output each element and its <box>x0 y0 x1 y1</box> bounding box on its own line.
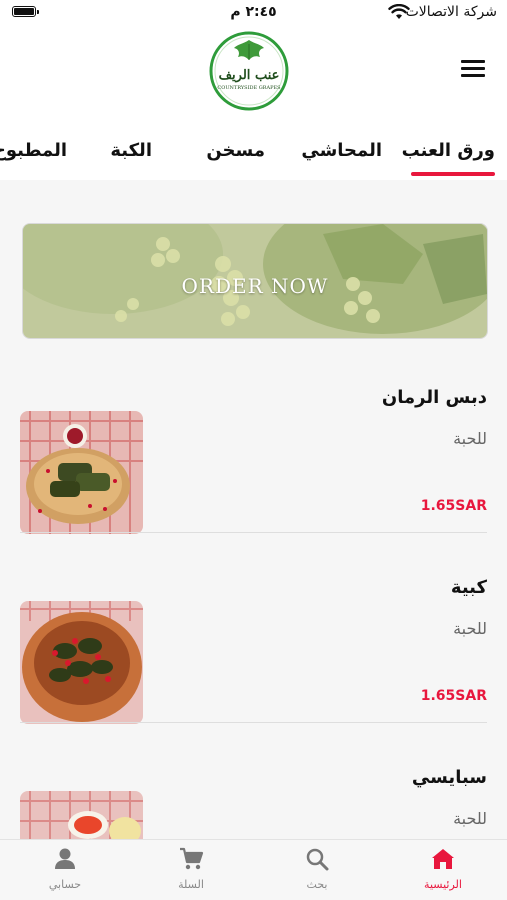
nav-search[interactable]: بحث <box>272 846 362 898</box>
banner-label: ORDER NOW <box>181 274 329 298</box>
nav-account[interactable]: حسابي <box>20 846 110 898</box>
nav-home-label: الرئيسية <box>424 878 462 891</box>
user-icon <box>55 848 75 869</box>
svg-text:عنب الريف: عنب الريف <box>219 68 280 83</box>
product-unit: للحبة <box>453 809 487 828</box>
nav-cart-label: السلة <box>178 878 204 891</box>
menu-button[interactable] <box>461 60 485 78</box>
product-card[interactable]: دبس الرمان للحبة 1.65SAR <box>20 363 487 534</box>
svg-text:COUNTRYSIDE GRAPES: COUNTRYSIDE GRAPES <box>217 85 281 91</box>
nav-home[interactable]: الرئيسية <box>398 846 488 898</box>
tab-cooked[interactable]: المطبوخ <box>0 140 67 161</box>
order-now-banner[interactable]: ORDER NOW <box>22 223 488 339</box>
tab-kibbeh[interactable]: الكبة <box>110 140 152 161</box>
product-card[interactable]: كبية للحبة 1.65SAR <box>20 553 487 724</box>
status-bar: ٢:٤٥ م شركة الاتصالات <box>0 0 507 26</box>
item-divider <box>20 532 487 533</box>
home-icon <box>432 849 454 869</box>
category-tabs: ورق العنب المحاشي مسخن الكبة المطبوخ <box>0 126 507 181</box>
product-image <box>20 411 143 534</box>
product-card[interactable]: سبايسي للحبة <box>20 743 487 840</box>
product-unit: للحبة <box>453 429 487 448</box>
nav-search-label: بحث <box>306 878 328 891</box>
search-icon <box>306 848 329 871</box>
active-tab-indicator <box>411 172 495 176</box>
carrier-name: شركة الاتصالات <box>405 4 497 20</box>
product-name: سبايسي <box>411 767 487 788</box>
product-image <box>20 601 143 724</box>
main-content[interactable]: ORDER NOW دبس الرمان للحبة 1.65SAR كبية … <box>0 180 507 840</box>
bottom-navigation: الرئيسية بحث السلة حسابي <box>0 839 507 900</box>
tab-grape-leaves[interactable]: ورق العنب <box>402 140 495 161</box>
product-price: 1.65SAR <box>420 688 487 704</box>
cart-icon <box>180 847 204 870</box>
item-divider <box>20 722 487 723</box>
nav-cart[interactable]: السلة <box>146 846 236 898</box>
app-header: عنب الريف COUNTRYSIDE GRAPES <box>0 26 507 126</box>
product-price: 1.65SAR <box>420 498 487 514</box>
brand-logo[interactable]: عنب الريف COUNTRYSIDE GRAPES <box>208 30 290 112</box>
tab-musakhan[interactable]: مسخن <box>206 140 265 161</box>
product-image <box>20 791 143 840</box>
product-name: دبس الرمان <box>381 387 487 408</box>
product-unit: للحبة <box>453 619 487 638</box>
product-name: كبية <box>450 577 487 598</box>
nav-account-label: حسابي <box>48 878 82 891</box>
tab-stuffed[interactable]: المحاشي <box>301 140 382 161</box>
